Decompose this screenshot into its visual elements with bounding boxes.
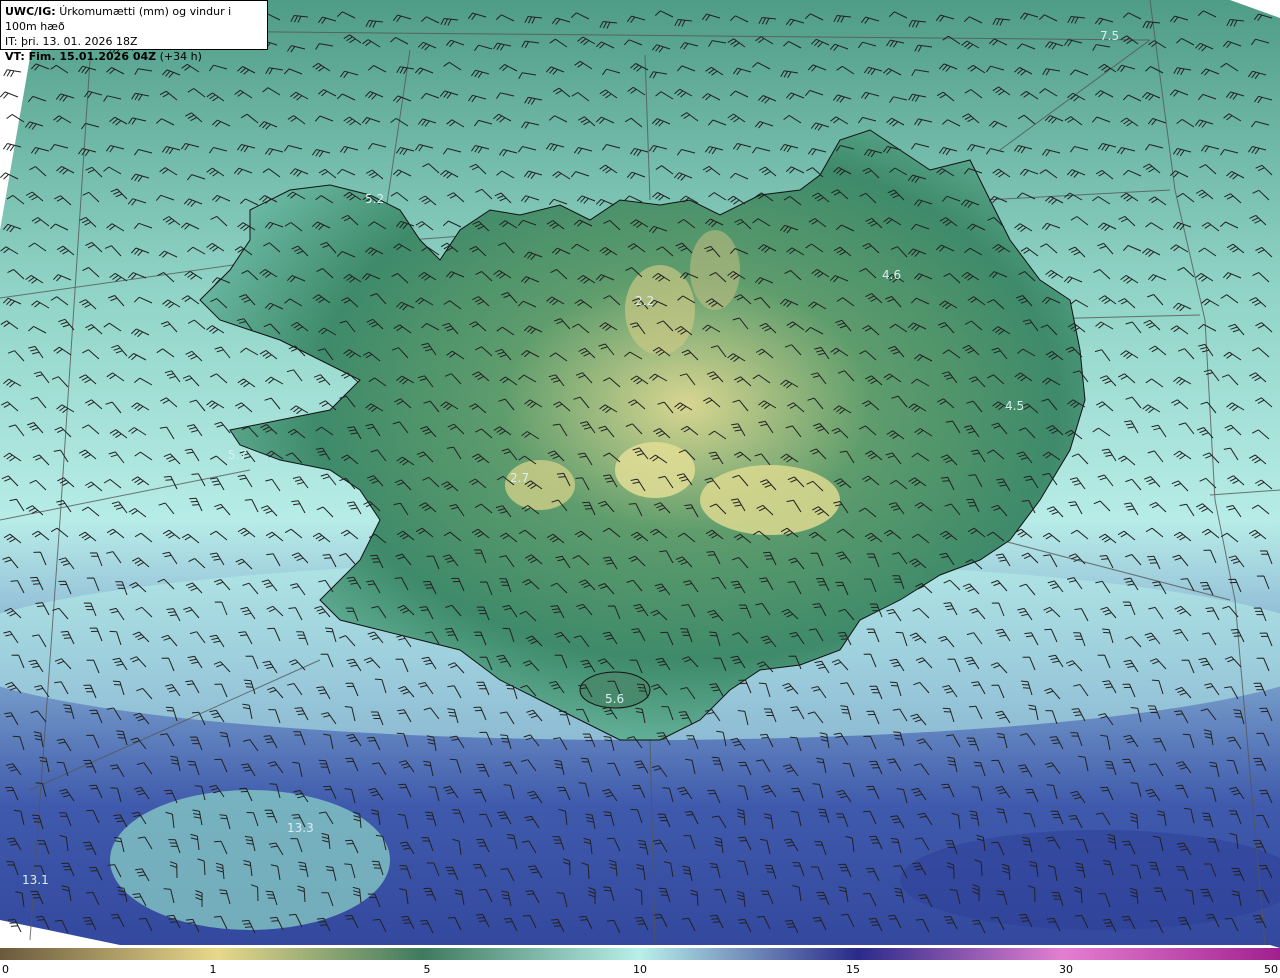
map-value-label: 5.2 xyxy=(365,192,384,206)
map-value-label: 5.6 xyxy=(605,692,624,706)
colorbar-tick: 50 xyxy=(1264,963,1278,976)
map-value-label: 4.6 xyxy=(882,268,901,282)
map-value-label: 2.7 xyxy=(510,471,529,485)
map-value-label: 7.5 xyxy=(1100,29,1119,43)
colorbar: 0 1 5 10 15 30 50 xyxy=(0,948,1280,978)
colorbar-tick: 15 xyxy=(846,963,860,976)
highland-north-2 xyxy=(690,230,740,310)
vt-label: VT: Fim. 15.01.2026 04Z xyxy=(5,50,157,63)
colorbar-tick: 0 xyxy=(2,963,9,976)
map-value-label: 4.5 xyxy=(1005,399,1024,413)
colorbar-tick: 10 xyxy=(633,963,647,976)
glacier-langjokull xyxy=(505,460,575,510)
map-value-label: 2.2 xyxy=(635,294,654,308)
glacier-vatnajokull xyxy=(700,465,840,535)
colorbar-tick: 5 xyxy=(423,963,431,976)
weather-map: 5.2 7.5 2.2 4.6 4.5 5.7 2.7 5.6 13.3 13.… xyxy=(0,0,1280,948)
map-value-label: 13.3 xyxy=(287,821,314,835)
map-value-label: 5.7 xyxy=(228,448,247,462)
map-legend: UWC/IG: Úrkomumætti (mm) og vindur i 100… xyxy=(0,0,268,63)
map-value-label: 13.1 xyxy=(22,873,49,887)
colorbar-tick: 1 xyxy=(209,963,217,976)
colorbar-tick: 30 xyxy=(1059,963,1073,976)
model-label: UWC/IG: xyxy=(5,5,56,18)
colorbar-strip xyxy=(0,948,1280,960)
sea-cyan-patch xyxy=(110,790,390,930)
it-label: IT: xyxy=(5,35,18,48)
vt-offset: (+34 h) xyxy=(159,50,202,63)
it-value: þri. 13. 01. 2026 18Z xyxy=(20,35,138,48)
